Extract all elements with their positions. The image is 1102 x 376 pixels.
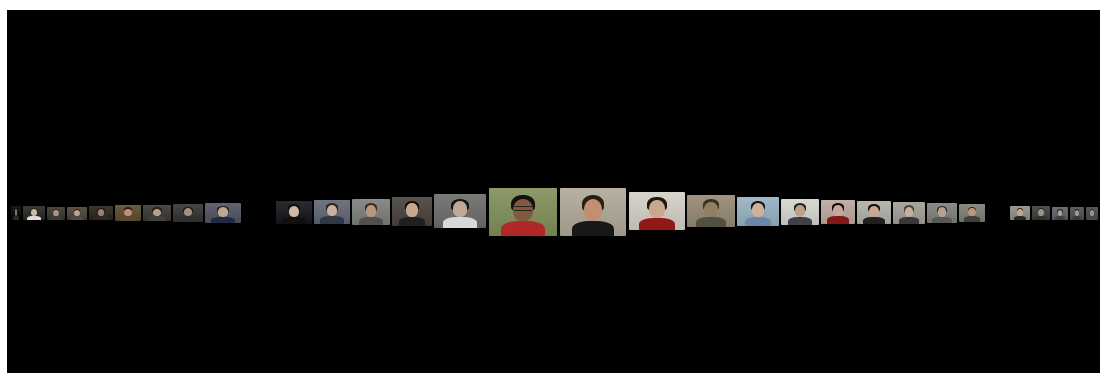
participant-video-tile[interactable] bbox=[1070, 207, 1084, 220]
participant-face bbox=[1038, 209, 1044, 216]
participant-video-tile[interactable] bbox=[1086, 207, 1098, 220]
participant-face bbox=[649, 200, 665, 218]
participant-video-tile[interactable] bbox=[143, 205, 171, 221]
participant-shoulders bbox=[501, 220, 545, 236]
participant-shoulders bbox=[571, 220, 615, 236]
participant-shoulders bbox=[1035, 215, 1047, 220]
participant-video-tile[interactable] bbox=[489, 188, 557, 236]
participant-face bbox=[124, 208, 132, 216]
participant-face bbox=[704, 202, 718, 217]
participant-shoulders bbox=[963, 216, 981, 222]
participant-shoulders bbox=[358, 216, 384, 225]
participant-video-tile[interactable] bbox=[434, 194, 486, 228]
participant-video-tile[interactable] bbox=[11, 206, 21, 220]
participant-video-tile[interactable] bbox=[927, 203, 957, 223]
participant-shoulders bbox=[1013, 215, 1027, 220]
participant-face bbox=[1017, 209, 1023, 216]
participant-shoulders bbox=[70, 215, 84, 220]
participant-video-tile[interactable] bbox=[47, 207, 65, 220]
participant-shoulders bbox=[148, 215, 166, 221]
participant-video-tile[interactable] bbox=[67, 207, 87, 220]
participant-shoulders bbox=[932, 216, 952, 223]
participant-video-tile[interactable] bbox=[821, 200, 855, 224]
participant-shoulders bbox=[93, 215, 109, 220]
participant-shoulders bbox=[787, 216, 813, 225]
participant-video-tile[interactable] bbox=[893, 202, 925, 224]
participant-video-tile[interactable] bbox=[959, 204, 985, 222]
participant-video-tile[interactable] bbox=[687, 195, 735, 227]
participant-shoulders bbox=[639, 217, 675, 230]
participant-face bbox=[1090, 209, 1094, 216]
participant-face bbox=[968, 207, 976, 217]
participant-shoulders bbox=[399, 216, 425, 226]
participant-shoulders bbox=[695, 216, 727, 227]
participant-shoulders bbox=[12, 215, 20, 220]
participant-shoulders bbox=[50, 215, 62, 220]
participant-shoulders bbox=[1072, 215, 1082, 220]
participant-video-strip bbox=[7, 10, 1100, 373]
participant-video-tile[interactable] bbox=[781, 199, 819, 225]
participant-face bbox=[153, 208, 161, 216]
participant-shoulders bbox=[320, 216, 344, 224]
participant-shoulders bbox=[744, 216, 772, 226]
participant-video-tile[interactable] bbox=[23, 206, 45, 220]
participant-video-tile[interactable] bbox=[629, 192, 685, 230]
participant-video-tile[interactable] bbox=[205, 203, 241, 223]
participant-face bbox=[365, 204, 377, 217]
participant-video-tile[interactable] bbox=[1052, 207, 1068, 220]
participant-video-tile[interactable] bbox=[1010, 206, 1030, 220]
participant-face bbox=[1075, 209, 1079, 216]
participant-shoulders bbox=[863, 216, 885, 224]
participant-video-tile[interactable] bbox=[173, 204, 203, 222]
participant-video-tile[interactable] bbox=[352, 199, 390, 225]
participant-shoulders bbox=[211, 216, 235, 223]
participant-shoulders bbox=[443, 217, 477, 228]
participant-shoulders bbox=[119, 215, 137, 221]
participant-face bbox=[74, 209, 80, 216]
participant-shoulders bbox=[178, 216, 198, 222]
participant-face bbox=[183, 207, 193, 217]
participant-shoulders bbox=[827, 216, 849, 224]
participant-face bbox=[30, 209, 38, 216]
participant-shoulders bbox=[282, 216, 306, 224]
participant-face bbox=[1057, 209, 1063, 216]
participant-face bbox=[288, 206, 300, 217]
participant-video-tile[interactable] bbox=[1032, 206, 1050, 220]
participant-video-tile[interactable] bbox=[560, 188, 626, 236]
participant-face bbox=[452, 201, 468, 218]
participant-face bbox=[752, 203, 764, 217]
participant-video-tile[interactable] bbox=[89, 206, 113, 220]
video-wall-window bbox=[7, 10, 1100, 373]
participant-video-tile[interactable] bbox=[737, 197, 779, 226]
participant-face bbox=[869, 206, 879, 217]
participant-shoulders bbox=[898, 216, 920, 224]
participant-shoulders bbox=[1088, 215, 1096, 220]
participant-face bbox=[833, 205, 843, 217]
participant-shoulders bbox=[26, 215, 42, 220]
participant-video-tile[interactable] bbox=[276, 201, 312, 224]
participant-video-tile[interactable] bbox=[115, 205, 141, 221]
participant-face bbox=[583, 198, 603, 221]
participant-face bbox=[794, 204, 806, 217]
participant-shoulders bbox=[1054, 215, 1066, 220]
participant-video-tile[interactable] bbox=[857, 201, 891, 224]
participant-face bbox=[937, 207, 947, 217]
participant-face bbox=[326, 205, 338, 217]
participant-face bbox=[406, 203, 418, 217]
participant-glasses bbox=[514, 206, 532, 212]
participant-face bbox=[97, 209, 105, 216]
participant-face bbox=[53, 209, 59, 216]
participant-video-tile[interactable] bbox=[314, 200, 350, 224]
participant-face bbox=[904, 206, 914, 217]
participant-video-tile[interactable] bbox=[392, 197, 432, 226]
participant-face bbox=[217, 207, 229, 217]
